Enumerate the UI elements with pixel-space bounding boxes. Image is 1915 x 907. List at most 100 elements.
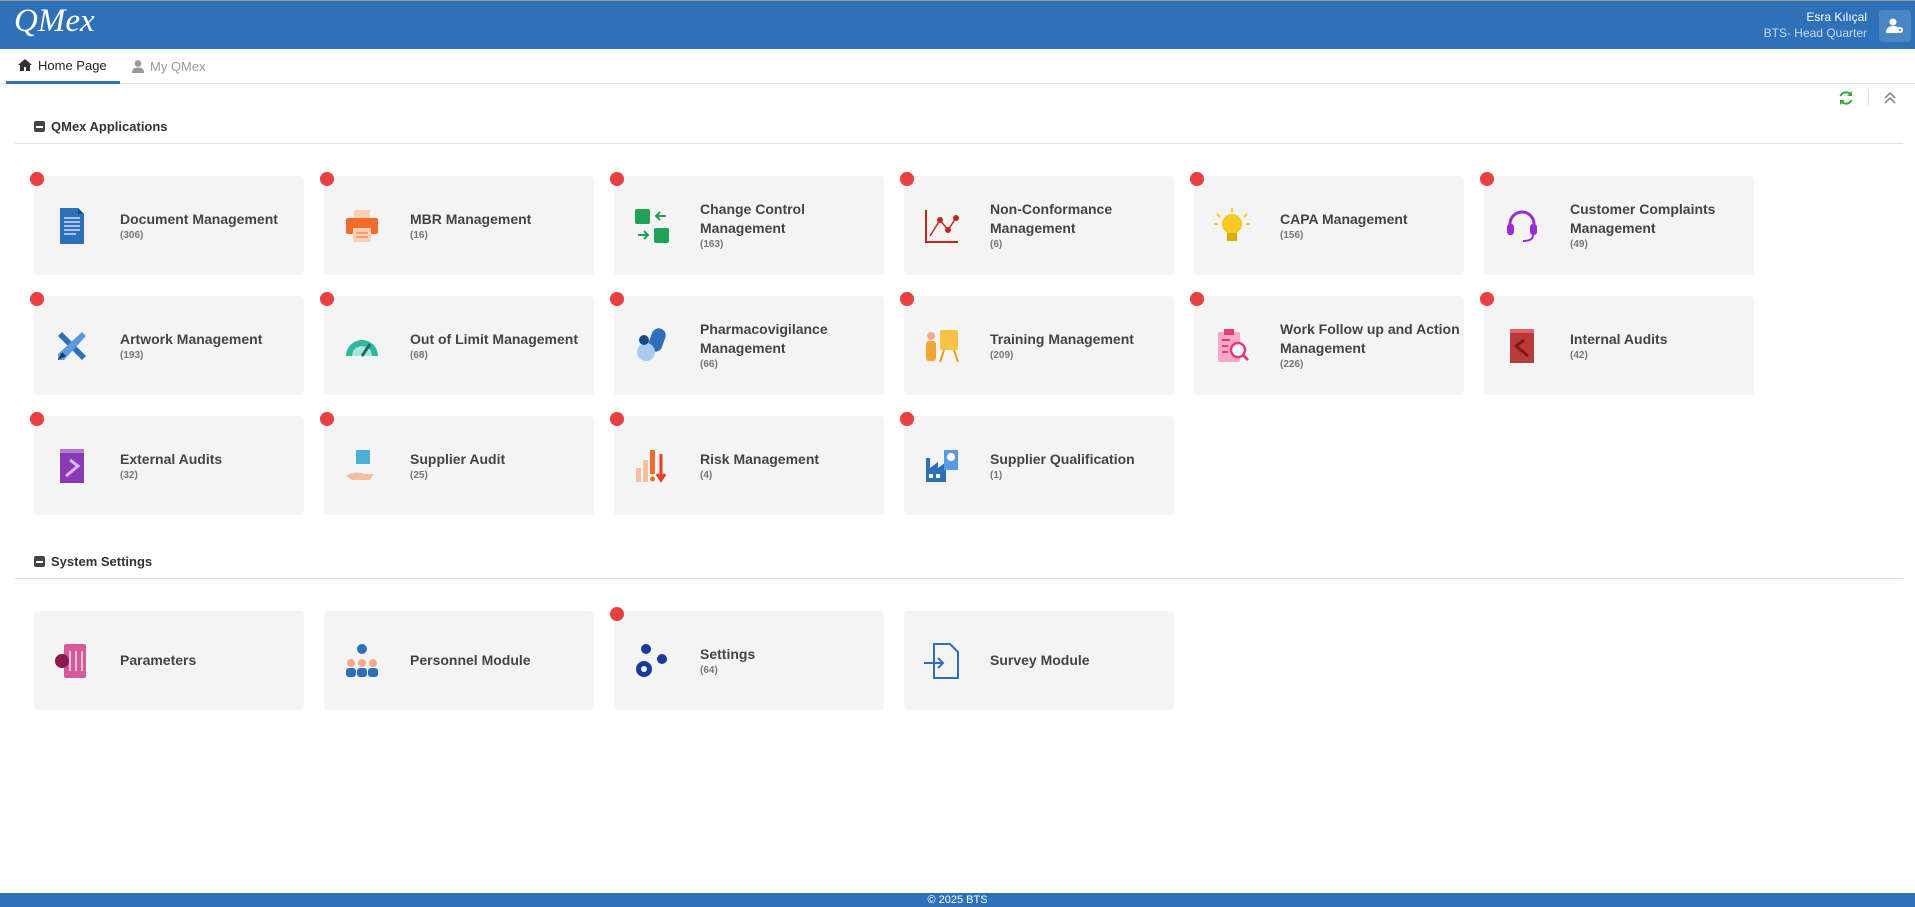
card-count: (68) — [410, 349, 600, 362]
printer-icon — [342, 206, 382, 246]
card-count: (156) — [1280, 229, 1470, 242]
app-card-internal-audits[interactable]: Internal Audits(42) — [1484, 296, 1754, 395]
card-text: Work Follow up and Action Management(226… — [1280, 320, 1470, 371]
app-card-survey-module[interactable]: Survey Module — [904, 611, 1174, 710]
tab-bar: Home Page My QMex — [0, 49, 1915, 84]
collapse-all-icon[interactable] — [1883, 91, 1897, 105]
card-text: Survey Module — [990, 651, 1180, 670]
divider — [15, 578, 1903, 579]
collapse-icon[interactable] — [34, 556, 45, 567]
card-title: Out of Limit Management — [410, 330, 600, 349]
tab-label: Home Page — [38, 58, 107, 73]
app-card-document-management[interactable]: Document Management(306) — [34, 176, 304, 275]
app-card-parameters[interactable]: Parameters — [34, 611, 304, 710]
section-header-qmex-applications[interactable]: QMex Applications — [34, 119, 168, 134]
notification-badge — [610, 292, 624, 306]
card-title: Supplier Audit — [410, 450, 600, 469]
settings-grid: ParametersPersonnel ModuleSettings(64)Su… — [34, 611, 1754, 710]
card-text: MBR Management(16) — [410, 210, 600, 242]
card-count: (6) — [990, 238, 1180, 251]
internal-audit-icon — [1502, 326, 1542, 366]
card-title: Risk Management — [700, 450, 890, 469]
card-text: Document Management(306) — [120, 210, 310, 242]
card-title: Change Control Management — [700, 200, 890, 238]
app-card-artwork-management[interactable]: Artwork Management(193) — [34, 296, 304, 395]
notification-badge — [30, 172, 44, 186]
app-card-settings[interactable]: Settings(64) — [614, 611, 884, 710]
card-text: Supplier Qualification(1) — [990, 450, 1180, 482]
gears-icon — [632, 641, 672, 681]
app-card-pharmacovigilance-management[interactable]: Pharmacovigilance Management(66) — [614, 296, 884, 395]
app-card-work-follow-up-and-action-management[interactable]: Work Follow up and Action Management(226… — [1194, 296, 1464, 395]
card-text: Risk Management(4) — [700, 450, 890, 482]
refresh-icon[interactable] — [1838, 90, 1854, 106]
notification-badge — [320, 292, 334, 306]
toolbar — [1838, 90, 1897, 106]
notification-badge — [900, 412, 914, 426]
parameters-icon — [52, 641, 92, 681]
user-icon — [132, 60, 144, 73]
card-count: (193) — [120, 349, 310, 362]
app-card-supplier-audit[interactable]: Supplier Audit(25) — [324, 416, 594, 515]
app-card-external-audits[interactable]: External Audits(32) — [34, 416, 304, 515]
card-title: Supplier Qualification — [990, 450, 1180, 469]
notification-badge — [30, 412, 44, 426]
card-title: CAPA Management — [1280, 210, 1470, 229]
app-card-training-management[interactable]: Training Management(209) — [904, 296, 1174, 395]
section-header-system-settings[interactable]: System Settings — [34, 554, 152, 569]
card-text: External Audits(32) — [120, 450, 310, 482]
card-title: External Audits — [120, 450, 310, 469]
notification-badge — [1190, 292, 1204, 306]
user-organization: BTS- Head Quarter — [1764, 25, 1867, 41]
external-audit-icon — [52, 446, 92, 486]
app-card-personnel-module[interactable]: Personnel Module — [324, 611, 594, 710]
card-count: (1) — [990, 469, 1180, 482]
card-text: Pharmacovigilance Management(66) — [700, 320, 890, 371]
divider — [15, 143, 1903, 144]
app-card-out-of-limit-management[interactable]: Out of Limit Management(68) — [324, 296, 594, 395]
card-count: (306) — [120, 229, 310, 242]
card-title: Training Management — [990, 330, 1180, 349]
collapse-icon[interactable] — [34, 121, 45, 132]
card-count: (64) — [700, 664, 890, 677]
card-count: (16) — [410, 229, 600, 242]
card-title: Internal Audits — [1570, 330, 1760, 349]
app-card-non-conformance-management[interactable]: Non-Conformance Management(6) — [904, 176, 1174, 275]
app-card-customer-complaints-management[interactable]: Customer Complaints Management(49) — [1484, 176, 1754, 275]
app-card-capa-management[interactable]: CAPA Management(156) — [1194, 176, 1464, 275]
hand-box-icon — [342, 446, 382, 486]
app-card-change-control-management[interactable]: Change Control Management(163) — [614, 176, 884, 275]
notification-badge — [1480, 172, 1494, 186]
change-icon — [632, 206, 672, 246]
app-card-mbr-management[interactable]: MBR Management(16) — [324, 176, 594, 275]
card-text: Out of Limit Management(68) — [410, 330, 600, 362]
app-card-risk-management[interactable]: Risk Management(4) — [614, 416, 884, 515]
card-count: (25) — [410, 469, 600, 482]
user-gear-icon — [1886, 18, 1904, 34]
card-title: Pharmacovigilance Management — [700, 320, 890, 358]
card-text: Supplier Audit(25) — [410, 450, 600, 482]
card-title: Work Follow up and Action Management — [1280, 320, 1470, 358]
tab-my-qmex[interactable]: My QMex — [120, 49, 218, 84]
user-settings-button[interactable] — [1879, 10, 1911, 42]
training-icon — [922, 326, 962, 366]
tab-home-page[interactable]: Home Page — [6, 49, 120, 84]
clipboard-search-icon — [1212, 326, 1252, 366]
user-name: Esra Kılıçal — [1764, 9, 1867, 25]
home-icon — [18, 59, 32, 71]
notification-badge — [30, 292, 44, 306]
app-card-supplier-qualification[interactable]: Supplier Qualification(1) — [904, 416, 1174, 515]
card-title: Artwork Management — [120, 330, 310, 349]
notification-badge — [610, 607, 624, 621]
card-count: (66) — [700, 358, 890, 371]
qmex-logo[interactable]: QMex — [14, 3, 95, 40]
card-count: (163) — [700, 238, 890, 251]
card-count: (42) — [1570, 349, 1760, 362]
section-title: System Settings — [51, 554, 152, 569]
headset-icon — [1502, 206, 1542, 246]
gauge-icon — [342, 326, 382, 366]
divider — [1868, 90, 1869, 106]
card-title: Personnel Module — [410, 651, 600, 670]
top-bar: QMex Esra Kılıçal BTS- Head Quarter — [0, 0, 1915, 49]
card-count: (32) — [120, 469, 310, 482]
